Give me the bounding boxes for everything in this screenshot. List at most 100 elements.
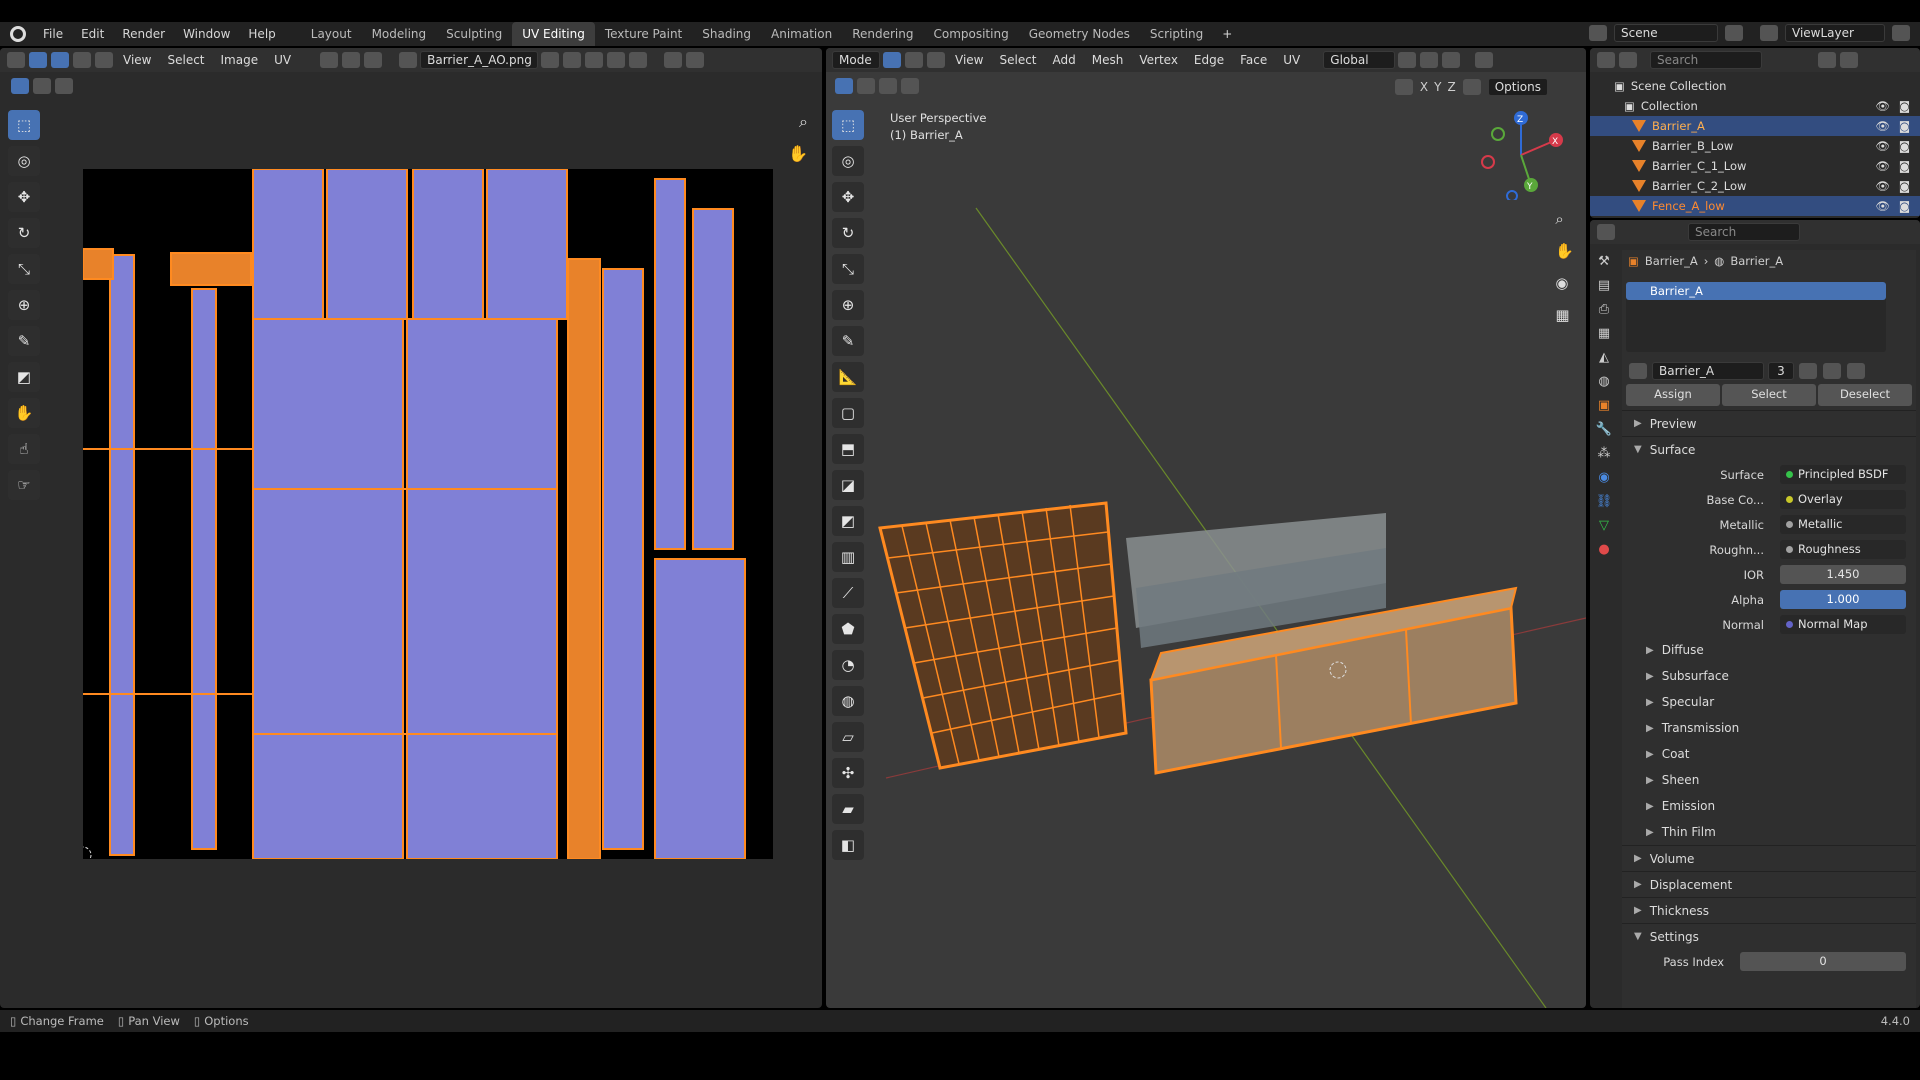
alpha-field[interactable]: 1.000 — [1780, 590, 1906, 609]
modifier-tab-icon[interactable]: 🔧 — [1596, 422, 1612, 437]
ior-field[interactable]: 1.450 — [1780, 565, 1906, 584]
camera-view-icon[interactable]: ◉ — [1555, 274, 1574, 292]
volume-panel-header[interactable]: ▶ Volume — [1622, 845, 1916, 871]
select-button[interactable]: Select — [1722, 384, 1816, 406]
scene-icon[interactable] — [1589, 25, 1607, 41]
properties-search[interactable]: Search — [1688, 223, 1800, 241]
roughness-field[interactable]: Roughness — [1780, 540, 1906, 559]
material-tab-icon[interactable]: ● — [1598, 542, 1609, 557]
visibility-eye-icon[interactable]: 👁 — [1875, 139, 1890, 153]
pin-icon[interactable] — [629, 52, 648, 68]
tab-geometry-nodes[interactable]: Geometry Nodes — [1019, 22, 1140, 46]
add-workspace-icon[interactable]: + — [1213, 27, 1241, 41]
zoom-icon[interactable]: ⌕ — [1555, 210, 1574, 228]
filter-icon[interactable] — [1818, 52, 1836, 68]
select-new-icon[interactable] — [11, 78, 29, 94]
new-view-layer-icon[interactable] — [1892, 25, 1910, 41]
proportional-edit-icon[interactable] — [364, 52, 383, 68]
uv-island[interactable] — [406, 318, 558, 859]
visibility-eye-icon[interactable]: 👁 — [1875, 159, 1890, 173]
pivot-icon[interactable] — [320, 52, 339, 68]
tab-rendering[interactable]: Rendering — [842, 22, 923, 46]
grab-tool-icon[interactable]: ✋ — [8, 398, 40, 428]
surface-shader-field[interactable]: Principled BSDF — [1780, 465, 1906, 484]
pass-index-field[interactable]: 0 — [1740, 952, 1906, 971]
menu-edit[interactable]: Edit — [72, 27, 113, 41]
fake-user-icon[interactable] — [541, 52, 560, 68]
uv-menu-uv[interactable]: UV — [267, 53, 298, 67]
tab-texture-paint[interactable]: Texture Paint — [595, 22, 692, 46]
zoom-view-icon[interactable]: ⌕ — [799, 112, 808, 132]
blender-logo-icon[interactable] — [10, 26, 26, 42]
material-users-count[interactable]: 3 — [1768, 362, 1794, 380]
scene-collection-row[interactable]: ▣ Scene Collection — [1590, 76, 1920, 96]
scene-selector[interactable]: Scene — [1614, 24, 1718, 42]
new-scene-icon[interactable] — [1725, 25, 1743, 41]
uv-island[interactable] — [692, 208, 734, 550]
material-slot-list[interactable]: Barrier_A — [1626, 282, 1886, 352]
browse-material-icon[interactable] — [1629, 363, 1647, 379]
uv-island[interactable] — [191, 288, 217, 850]
select-subtract-icon[interactable] — [55, 78, 73, 94]
preview-panel-header[interactable]: ▶ Preview — [1622, 410, 1916, 436]
view-layer-selector[interactable]: ViewLayer — [1785, 24, 1885, 42]
scale-tool-icon[interactable]: ⤡ — [8, 254, 40, 284]
normal-field[interactable]: Normal Map — [1780, 615, 1906, 634]
render-camera-icon[interactable]: ◙ — [1899, 139, 1910, 153]
uv-island[interactable] — [252, 318, 404, 859]
menu-window[interactable]: Window — [174, 27, 239, 41]
face-select-icon[interactable] — [95, 52, 113, 68]
new-collection-icon[interactable] — [1840, 52, 1858, 68]
vertex-select-icon[interactable] — [51, 52, 69, 68]
fence-object[interactable] — [878, 501, 1128, 770]
outliner-item-barrier-b-low[interactable]: Barrier_B_Low 👁 ◙ — [1590, 136, 1920, 156]
subpanel-specular[interactable]: ▶ Specular — [1622, 689, 1916, 715]
uv-island[interactable] — [486, 169, 568, 320]
duplicate-material-icon[interactable] — [1823, 363, 1841, 379]
uv-overlay-icon[interactable] — [664, 52, 683, 68]
tab-compositing[interactable]: Compositing — [923, 22, 1018, 46]
uv-island[interactable] — [109, 254, 135, 856]
tab-shading[interactable]: Shading — [692, 22, 761, 46]
uv-menu-select[interactable]: Select — [160, 53, 211, 67]
deselect-button[interactable]: Deselect — [1818, 384, 1912, 406]
output-tab-icon[interactable]: ⎙ — [1599, 302, 1609, 317]
snap-icon[interactable] — [342, 52, 361, 68]
data-tab-icon[interactable]: ▽ — [1599, 518, 1609, 533]
move-tool-icon[interactable]: ✥ — [8, 182, 40, 212]
tab-layout[interactable]: Layout — [301, 22, 362, 46]
3d-viewport[interactable]: Mode View Select Add Mesh Vertex Edge Fa… — [826, 48, 1586, 1008]
subpanel-coat[interactable]: ▶ Coat — [1622, 741, 1916, 767]
visibility-eye-icon[interactable]: 👁 — [1875, 179, 1890, 193]
tab-animation[interactable]: Animation — [761, 22, 842, 46]
material-slot-row[interactable]: Barrier_A — [1626, 282, 1886, 300]
base-color-field[interactable]: Overlay — [1780, 490, 1906, 509]
rotate-tool-icon[interactable]: ↻ — [8, 218, 40, 248]
navigation-gizmo[interactable]: Z X Y — [1476, 110, 1566, 200]
tab-uv-editing[interactable]: UV Editing — [512, 22, 595, 46]
annotate-tool-icon[interactable]: ✎ — [8, 326, 40, 356]
edge-select-icon[interactable] — [73, 52, 91, 68]
uv-menu-view[interactable]: View — [116, 53, 158, 67]
transform-tool-icon[interactable]: ⊕ — [8, 290, 40, 320]
uv-editor[interactable]: View Select Image UV Barrier_A_AO.png ⬚ … — [0, 48, 822, 1008]
outliner-item-barrier-c-2-low[interactable]: Barrier_C_2_Low 👁 ◙ — [1590, 176, 1920, 196]
render-camera-icon[interactable]: ◙ — [1899, 179, 1910, 193]
world-tab-icon[interactable]: ◍ — [1598, 374, 1609, 389]
displacement-panel-header[interactable]: ▶ Displacement — [1622, 871, 1916, 897]
uv-island[interactable] — [654, 558, 746, 859]
gizmo-neg-z-icon[interactable] — [1506, 190, 1518, 200]
outliner-item-barrier-a[interactable]: Barrier_A 👁 ◙ — [1590, 116, 1920, 136]
pan-icon[interactable]: ✋ — [1555, 242, 1574, 260]
uv-island[interactable] — [567, 258, 601, 859]
subpanel-diffuse[interactable]: ▶ Diffuse — [1622, 637, 1916, 663]
subpanel-sheen[interactable]: ▶ Sheen — [1622, 767, 1916, 793]
gizmo-neg-x-icon[interactable] — [1481, 155, 1495, 169]
select-box-icon[interactable]: ⬚ — [8, 110, 40, 140]
uv-island[interactable] — [170, 252, 252, 286]
unlink-image-icon[interactable] — [607, 52, 626, 68]
thickness-panel-header[interactable]: ▶ Thickness — [1622, 897, 1916, 923]
display-mode-icon[interactable] — [1619, 52, 1637, 68]
tool-tab-icon[interactable]: ⚒ — [1598, 254, 1610, 269]
gizmo-neg-y-icon[interactable] — [1491, 127, 1505, 141]
